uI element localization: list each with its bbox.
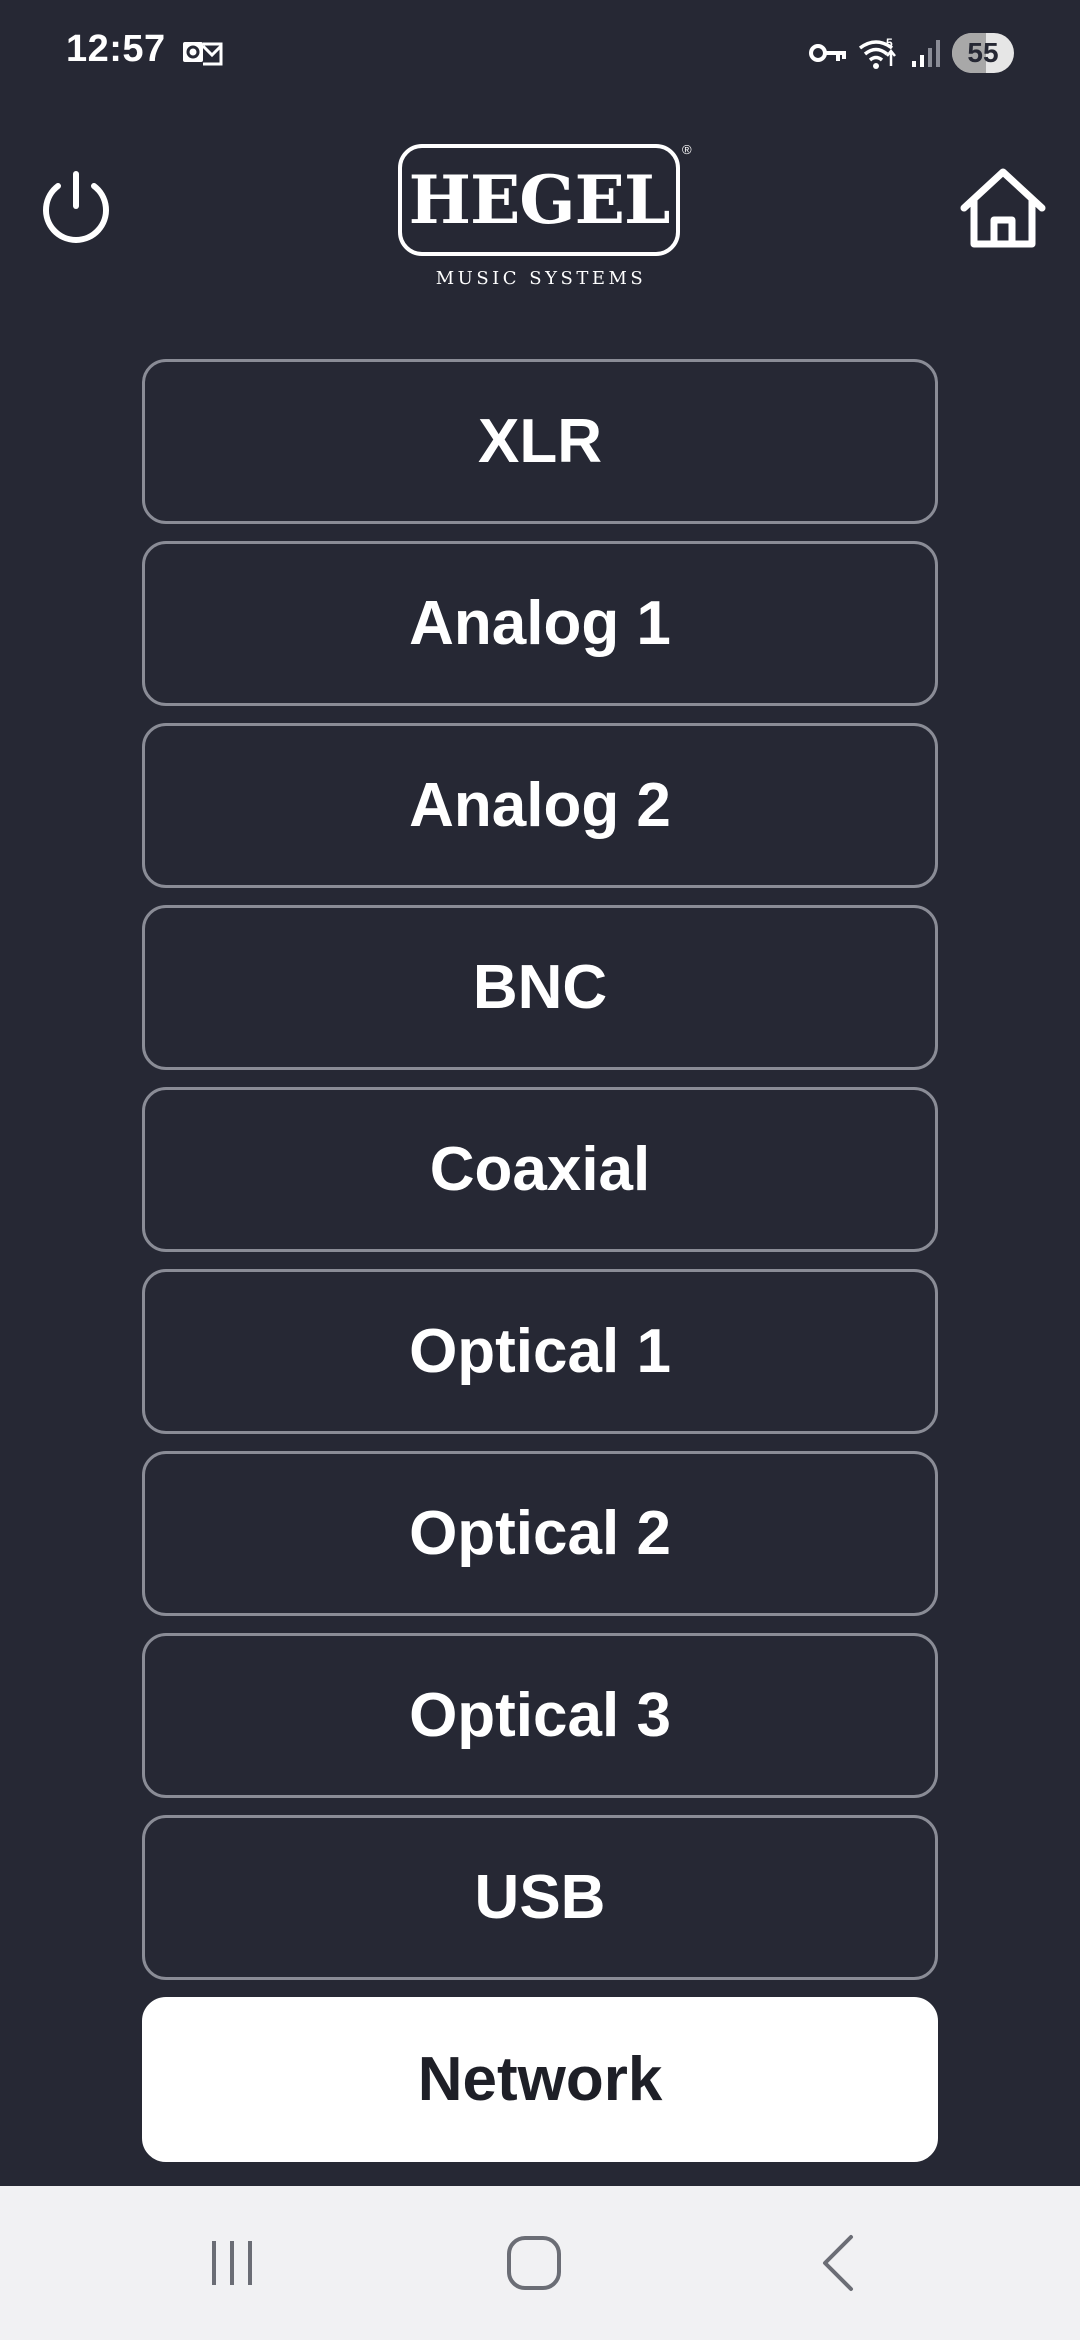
status-bar: 12:57 5 55 [0, 0, 1080, 105]
source-button-bnc[interactable]: BNC [142, 905, 938, 1070]
source-button-analog-1[interactable]: Analog 1 [142, 541, 938, 706]
recents-icon [212, 2241, 252, 2285]
logo-tagline: MUSIC SYSTEMS [435, 268, 647, 289]
recents-button[interactable] [132, 2186, 332, 2340]
power-button[interactable] [36, 168, 116, 248]
source-button-xlr[interactable]: XLR [142, 359, 938, 524]
navigation-bar [0, 2186, 1080, 2340]
source-button-optical-3[interactable]: Optical 3 [142, 1633, 938, 1798]
source-button-optical-2[interactable]: Optical 2 [142, 1451, 938, 1616]
power-icon [43, 171, 109, 243]
back-icon [823, 2235, 853, 2291]
wifi-icon: 5 [858, 36, 896, 69]
source-button-usb[interactable]: USB [142, 1815, 938, 1980]
source-list: XLR Analog 1 Analog 2 BNC Coaxial Optica… [142, 359, 938, 2179]
logo-registered-mark: ® [682, 142, 692, 157]
battery-icon: 55 [952, 33, 1014, 73]
source-button-optical-1[interactable]: Optical 1 [142, 1269, 938, 1434]
battery-level-text: 55 [967, 37, 999, 68]
source-button-coaxial[interactable]: Coaxial [142, 1087, 938, 1252]
vpn-key-icon [809, 44, 846, 62]
source-button-analog-2[interactable]: Analog 2 [142, 723, 938, 888]
home-nav-button[interactable] [434, 2186, 634, 2340]
home-icon [960, 168, 1046, 248]
signal-icon [912, 40, 940, 67]
status-time: 12:57 [66, 28, 166, 70]
back-button[interactable] [737, 2186, 937, 2340]
svg-text:5: 5 [886, 36, 893, 50]
logo-name: HEGEL [408, 161, 671, 239]
home-button[interactable] [958, 166, 1048, 250]
source-button-network[interactable]: Network [142, 1997, 938, 2162]
home-nav-icon [507, 2236, 561, 2290]
status-icons: 5 55 [808, 30, 1014, 76]
hegel-logo: HEGEL ® MUSIC SYSTEMS [396, 142, 696, 294]
logo-frame: HEGEL [398, 144, 680, 256]
outlook-notification-icon [183, 42, 223, 66]
